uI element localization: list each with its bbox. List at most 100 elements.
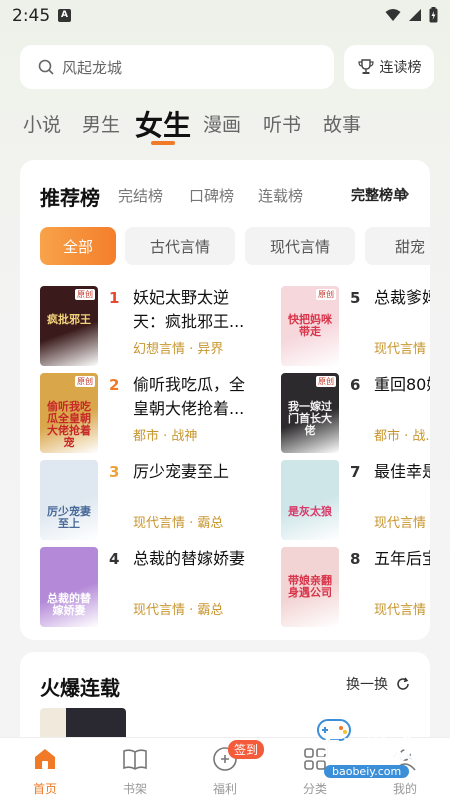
tab-female[interactable]: 女生 xyxy=(135,104,191,144)
book-item[interactable]: 是灰太狼 7 最佳幸是灰太... 现代言情 xyxy=(281,460,430,540)
nav-welfare[interactable]: 福利 签到 xyxy=(180,738,270,800)
book-tags: 现代言情 · 霸总 xyxy=(133,516,224,531)
search-icon xyxy=(38,59,54,75)
book-title[interactable]: 总裁爹妈咪带... xyxy=(374,286,430,334)
book-item[interactable]: 厉少宠妻至上 3 厉少宠妻至上 现代言情 · 霸总 xyxy=(40,460,250,540)
filter-chip-modern[interactable]: 现代言情 xyxy=(245,227,355,265)
full-list-link[interactable]: 完整榜单 xyxy=(351,185,407,205)
ranking-tab-finished[interactable]: 完结榜 xyxy=(118,185,163,206)
continue-reading-button[interactable]: 连读榜 xyxy=(344,45,434,89)
cover-badge: 原创 xyxy=(75,289,95,300)
book-rank: 4 xyxy=(109,550,120,568)
book-item[interactable]: 原创 疯批邪王 1 妖妃太野太逆天：疯批邪王... 幻想言情 · 异界 xyxy=(40,286,250,366)
book-rank: 1 xyxy=(109,289,120,307)
nav-home[interactable]: 首页 xyxy=(0,738,90,800)
cover-badge: 原创 xyxy=(75,376,95,387)
status-indicators xyxy=(385,7,438,23)
nav-welfare-label: 福利 xyxy=(212,782,237,796)
battery-icon xyxy=(429,7,438,23)
tab-story[interactable]: 故事 xyxy=(323,110,361,137)
refresh-button[interactable]: 换一换 xyxy=(346,674,410,694)
book-cover[interactable]: 总裁的替嫁娇妻 xyxy=(40,547,98,627)
book-rank: 2 xyxy=(109,376,120,394)
book-cover[interactable]: 是灰太狼 xyxy=(281,460,339,540)
tab-audio[interactable]: 听书 xyxy=(263,110,301,137)
wifi-icon xyxy=(385,9,401,21)
search-placeholder: 风起龙城 xyxy=(62,58,123,77)
cover-badge: 原创 xyxy=(316,289,336,300)
filter-chips: 全部 古代言情 现代言情 甜宠 xyxy=(40,227,430,265)
nav-home-label: 首页 xyxy=(32,782,57,796)
book-cover[interactable]: 原创 快把妈咪带走 xyxy=(281,286,339,366)
book-tags: 现代言情 xyxy=(374,342,427,357)
book-item[interactable]: 总裁的替嫁娇妻 4 总裁的替嫁娇妻 现代言情 · 霸总 xyxy=(40,547,250,627)
book-cover[interactable]: 原创我一嫁过门首长大佬 xyxy=(281,373,339,453)
signal-icon xyxy=(409,9,421,21)
book-rank: 7 xyxy=(350,463,361,481)
watermark-brand: 宝贝游戏网 xyxy=(316,736,441,765)
book-tags: 幻想言情 · 异界 xyxy=(133,342,224,357)
ranking-card: 推荐榜 完结榜 口碑榜 连载榜 完整榜单 全部 古代言情 现代言情 甜宠 原创疯… xyxy=(20,160,430,640)
book-tags: 都市 · 战... xyxy=(374,429,430,444)
home-icon xyxy=(35,749,55,769)
bookshelf-icon xyxy=(123,749,147,770)
book-title[interactable]: 厉少宠妻至上 xyxy=(133,460,257,508)
book-item[interactable]: 原创 偷听我吃瓜全皇朝大佬抢着宠 2 偷听我吃瓜，全皇朝大佬抢着... 都市 · 战神 xyxy=(40,373,250,453)
cover-title-art: 我一嫁过门首长大佬 xyxy=(288,400,332,437)
watermark-url: baobeiy.com xyxy=(324,765,410,778)
filter-chip-ancient[interactable]: 古代言情 xyxy=(125,227,235,265)
book-title[interactable]: 最佳幸是灰太... xyxy=(374,460,430,508)
book-rank: 6 xyxy=(350,376,361,394)
book-rank: 3 xyxy=(109,463,120,481)
cover-title-art: 是灰太狼 xyxy=(288,505,332,518)
refresh-icon xyxy=(397,677,409,690)
status-time: 2:45 xyxy=(12,6,51,26)
cover-title-art: 总裁的替嫁娇妻 xyxy=(47,592,91,617)
continue-reading-label: 连读榜 xyxy=(379,60,422,76)
ranking-header: 推荐榜 完结榜 口碑榜 连载榜 完整榜单 xyxy=(40,182,420,211)
book-title[interactable]: 五年后宝带她... xyxy=(374,547,430,595)
app-notification-icon: A xyxy=(58,9,71,22)
book-cover[interactable]: 带娘亲翻身遇公司 xyxy=(281,547,339,627)
book-title[interactable]: 总裁的替嫁娇妻 xyxy=(133,547,257,595)
cover-badge: 原创 xyxy=(316,376,336,387)
refresh-label: 换一换 xyxy=(346,677,388,693)
hot-serial-title: 火爆连载 xyxy=(40,676,120,700)
cover-title-art: 带娘亲翻身遇公司 xyxy=(288,574,332,599)
book-item[interactable]: 带娘亲翻身遇公司 8 五年后宝带她... 现代言情 xyxy=(281,547,430,627)
cover-title-art: 厉少宠妻至上 xyxy=(47,505,91,530)
status-bar: 2:45 A xyxy=(0,0,450,32)
book-tags: 现代言情 xyxy=(374,516,427,531)
filter-chip-all[interactable]: 全部 xyxy=(40,227,116,265)
book-rank: 5 xyxy=(350,289,361,307)
book-rank: 8 xyxy=(350,550,361,568)
book-title[interactable]: 妖妃太野太逆天：疯批邪王... xyxy=(133,286,257,334)
active-tab-indicator xyxy=(151,141,175,145)
ranking-title[interactable]: 推荐榜 xyxy=(40,182,100,211)
chevron-right-icon[interactable] xyxy=(401,187,409,201)
nav-bookshelf-label: 书架 xyxy=(122,782,147,796)
search-input[interactable]: 风起龙城 xyxy=(20,45,334,89)
book-item[interactable]: 原创我一嫁过门首长大佬 6 重回80嫁军官... 都市 · 战... xyxy=(281,373,430,453)
trophy-icon xyxy=(357,59,374,74)
book-item[interactable]: 原创快把妈咪带走 5 总裁爹妈咪带... 现代言情 xyxy=(281,286,430,366)
category-tabs: 小说 男生 女生 漫画 听书 故事 xyxy=(0,104,450,152)
book-cover[interactable]: 厉少宠妻至上 xyxy=(40,460,98,540)
tab-novel[interactable]: 小说 xyxy=(23,110,61,137)
nav-bookshelf[interactable]: 书架 xyxy=(90,738,180,800)
book-title[interactable]: 偷听我吃瓜，全皇朝大佬抢着... xyxy=(133,373,257,421)
tab-comic[interactable]: 漫画 xyxy=(203,110,241,137)
ranking-tab-praise[interactable]: 口碑榜 xyxy=(189,185,234,206)
site-watermark: 宝贝游戏网 baobeiy.com xyxy=(278,712,441,790)
cover-title-art: 偷听我吃瓜全皇朝大佬抢着宠 xyxy=(47,400,91,449)
book-tags: 现代言情 · 霸总 xyxy=(133,603,224,618)
book-tags: 都市 · 战神 xyxy=(133,429,198,444)
book-cover[interactable]: 原创疯批邪王 xyxy=(40,286,98,366)
book-title[interactable]: 重回80嫁军官... xyxy=(374,373,430,421)
cover-title-art: 疯批邪王 xyxy=(47,313,91,326)
tab-male[interactable]: 男生 xyxy=(82,110,120,137)
book-cover[interactable]: 原创偷听我吃瓜全皇朝大佬抢着宠 xyxy=(40,373,98,453)
book-tags: 现代言情 xyxy=(374,603,427,618)
filter-chip-sweet[interactable]: 甜宠 xyxy=(365,227,430,265)
ranking-tab-serial[interactable]: 连载榜 xyxy=(258,185,303,206)
